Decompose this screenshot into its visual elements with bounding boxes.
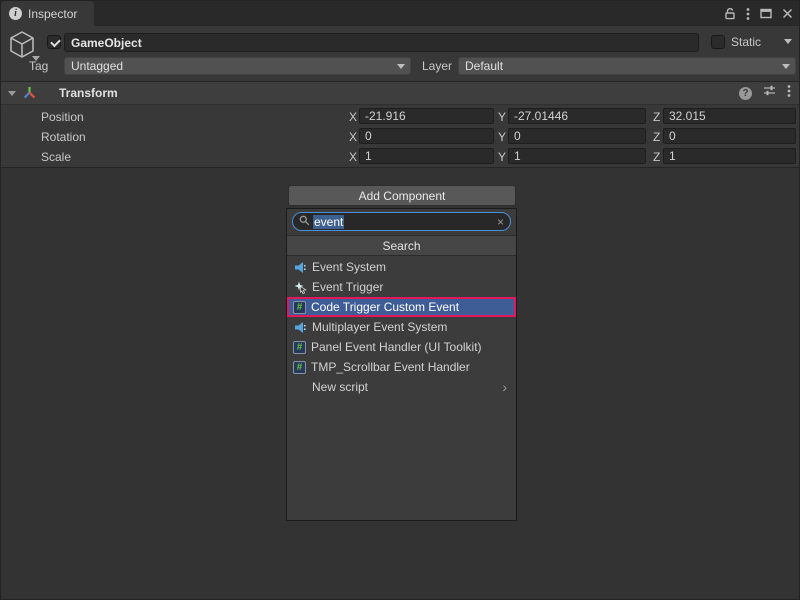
- search-input[interactable]: event ×: [292, 212, 511, 231]
- submenu-chevron-icon: ›: [502, 380, 507, 394]
- list-item-new-script[interactable]: New script ›: [287, 377, 516, 397]
- position-label: Position: [41, 110, 84, 124]
- static-checkbox[interactable]: [711, 35, 725, 49]
- axis-z-label: Z: [653, 130, 660, 144]
- tag-label: Tag: [29, 59, 48, 73]
- add-component-popup: event × Search Event System: [286, 208, 517, 521]
- info-icon: i: [9, 7, 22, 20]
- axis-x-label: X: [349, 150, 357, 164]
- list-item-label: Event Trigger: [312, 280, 383, 294]
- maximize-icon[interactable]: [760, 8, 772, 19]
- gameobject-cube-icon[interactable]: [8, 30, 38, 62]
- axis-y-label: Y: [498, 150, 506, 164]
- axis-x-label: X: [349, 110, 357, 124]
- close-icon[interactable]: [782, 8, 793, 19]
- event-trigger-icon: [293, 280, 307, 294]
- axis-y-label: Y: [498, 110, 506, 124]
- rotation-y-field[interactable]: [508, 128, 646, 144]
- list-item-code-trigger-custom-event[interactable]: # Code Trigger Custom Event: [287, 297, 516, 317]
- list-item-event-trigger[interactable]: Event Trigger: [287, 277, 516, 297]
- transform-title: Transform: [59, 86, 118, 100]
- foldout-arrow-icon[interactable]: [8, 91, 16, 96]
- rotation-label: Rotation: [41, 130, 86, 144]
- presets-icon[interactable]: [763, 84, 776, 102]
- add-component-button[interactable]: Add Component: [288, 185, 516, 206]
- component-list: Event System Event Trigger # Code Trigge…: [287, 257, 516, 397]
- list-item-label: New script: [312, 380, 368, 394]
- search-section-header: Search: [287, 235, 516, 256]
- search-input-value: event: [313, 215, 344, 229]
- static-label: Static: [731, 35, 761, 49]
- search-icon: [299, 213, 310, 231]
- scale-row: Scale X Y Z: [1, 147, 799, 167]
- transform-component: Transform ? Position X: [1, 81, 799, 168]
- unlock-icon[interactable]: [724, 7, 736, 20]
- position-row: Position X Y Z: [1, 107, 799, 127]
- transform-icon: [23, 86, 36, 104]
- list-item-multiplayer-event-system[interactable]: Multiplayer Event System: [287, 317, 516, 337]
- axis-z-label: Z: [653, 110, 660, 124]
- position-x-field[interactable]: [359, 108, 494, 124]
- list-item-event-system[interactable]: Event System: [287, 257, 516, 277]
- gameobject-header: Static Tag Untagged Layer Default: [1, 26, 799, 81]
- event-system-icon: [293, 260, 307, 274]
- scale-label: Scale: [41, 150, 71, 164]
- list-item-label: Event System: [312, 260, 386, 274]
- tab-label: Inspector: [28, 7, 77, 21]
- help-icon[interactable]: ?: [739, 87, 752, 100]
- scale-z-field[interactable]: [663, 148, 796, 164]
- tab-bar: i Inspector: [1, 1, 799, 26]
- axis-y-label: Y: [498, 130, 506, 144]
- tab-inspector[interactable]: i Inspector: [1, 1, 94, 26]
- list-item-label: Panel Event Handler (UI Toolkit): [311, 340, 482, 354]
- list-item-label: Code Trigger Custom Event: [311, 300, 459, 314]
- clear-search-icon[interactable]: ×: [497, 216, 504, 228]
- rotation-x-field[interactable]: [359, 128, 494, 144]
- kebab-menu-icon[interactable]: [746, 7, 750, 21]
- scale-x-field[interactable]: [359, 148, 494, 164]
- list-item-label: TMP_Scrollbar Event Handler: [311, 360, 470, 374]
- kebab-menu-icon[interactable]: [787, 84, 791, 103]
- csharp-script-icon: #: [293, 341, 306, 354]
- layer-value: Default: [465, 59, 503, 73]
- static-dropdown-arrow-icon[interactable]: [784, 39, 792, 44]
- list-item-tmp-scrollbar-event-handler[interactable]: # TMP_Scrollbar Event Handler: [287, 357, 516, 377]
- list-item-panel-event-handler[interactable]: # Panel Event Handler (UI Toolkit): [287, 337, 516, 357]
- chevron-down-icon: [782, 64, 790, 69]
- gameobject-name-input[interactable]: [64, 33, 699, 52]
- inspector-window: i Inspector Static: [0, 0, 800, 600]
- csharp-script-icon: #: [293, 361, 306, 374]
- inspector-empty-area: Add Component event × Search Event Syste…: [1, 167, 799, 599]
- axis-z-label: Z: [653, 150, 660, 164]
- axis-x-label: X: [349, 130, 357, 144]
- list-item-label: Multiplayer Event System: [312, 320, 447, 334]
- active-checkbox[interactable]: [47, 35, 61, 49]
- scale-y-field[interactable]: [508, 148, 646, 164]
- chevron-down-icon: [397, 64, 405, 69]
- rotation-row: Rotation X Y Z: [1, 127, 799, 147]
- rotation-z-field[interactable]: [663, 128, 796, 144]
- tag-value: Untagged: [71, 59, 123, 73]
- position-z-field[interactable]: [663, 108, 796, 124]
- layer-label: Layer: [422, 59, 452, 73]
- transform-header[interactable]: Transform ?: [1, 82, 799, 105]
- position-y-field[interactable]: [508, 108, 646, 124]
- event-system-icon: [293, 320, 307, 334]
- layer-dropdown[interactable]: Default: [458, 57, 796, 75]
- tag-dropdown[interactable]: Untagged: [64, 57, 411, 75]
- csharp-script-icon: #: [293, 301, 306, 314]
